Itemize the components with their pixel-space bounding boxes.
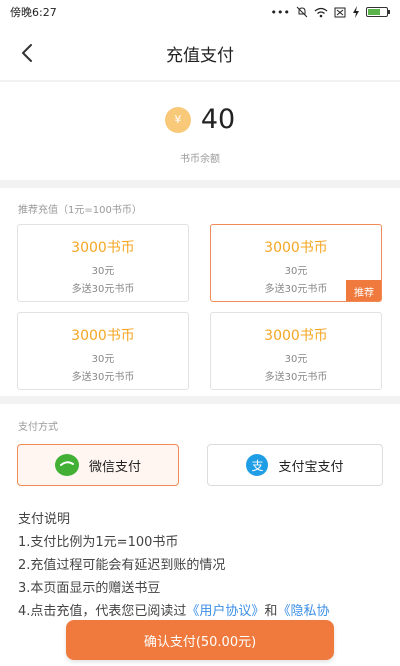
balance-section: ¥ 40 书币余额: [0, 82, 400, 180]
package-price: 30元: [284, 266, 308, 277]
package-coins: 3000书币: [71, 328, 135, 344]
coin-icon: ¥: [164, 106, 191, 133]
notes-title: 支付说明: [18, 512, 71, 527]
alipay-label: 支付宝支付: [278, 459, 344, 475]
more-icon: •••: [270, 5, 290, 19]
battery-icon: [366, 7, 390, 17]
alipay-button[interactable]: 支 支付宝支付: [207, 444, 383, 486]
package-bonus: 多送30元书币: [264, 372, 328, 383]
balance-value: 40: [200, 104, 236, 135]
package-coins: 3000书币: [71, 240, 135, 256]
wechat-icon: [54, 454, 79, 476]
package-bonus: 多送30元书币: [71, 372, 135, 383]
notes-line: 3.本页面显示的赠送书豆: [18, 581, 161, 596]
notes-line: 1.支付比例为1元=100书币: [18, 535, 179, 550]
recharge-package[interactable]: 3000书币 30元 多送30元书币: [17, 312, 189, 390]
wechat-pay-label: 微信支付: [88, 459, 141, 475]
wechat-pay-button[interactable]: 微信支付: [17, 444, 179, 486]
package-price: 30元: [284, 354, 308, 365]
back-button[interactable]: [12, 38, 42, 68]
divider: [0, 180, 400, 188]
package-coins: 3000书币: [264, 328, 328, 344]
recharge-section-label: 推荐充值（1元=100书币）: [18, 205, 142, 216]
privacy-policy-link[interactable]: 《隐私协: [277, 604, 329, 619]
package-bonus: 多送30元书币: [71, 284, 135, 295]
package-price: 30元: [91, 266, 115, 277]
sim-icon: [334, 7, 346, 17]
chevron-left-icon: [22, 44, 32, 62]
recharge-section: 推荐充值（1元=100书币） 3000书币 30元 多送30元书币 3000书币…: [0, 188, 400, 396]
status-time: 傍晚6:27: [10, 6, 57, 19]
mute-icon: [296, 6, 308, 18]
recharge-package-selected[interactable]: 3000书币 30元 多送30元书币 推荐: [210, 224, 382, 302]
balance-label: 书币余额: [180, 154, 220, 165]
payment-section-label: 支付方式: [18, 422, 58, 433]
divider: [0, 396, 400, 404]
status-icons: •••: [270, 5, 390, 19]
confirm-payment-button[interactable]: 确认支付(50.00元): [66, 620, 334, 660]
payment-notes: 支付说明 1.支付比例为1元=100书币 2.充值过程可能会有延迟到账的情况 3…: [18, 508, 388, 623]
charging-icon: [353, 6, 359, 18]
user-agreement-link[interactable]: 《用户协议》: [186, 604, 264, 619]
package-price: 30元: [91, 354, 115, 365]
confirm-area: 确认支付(50.00元): [66, 620, 334, 660]
status-bar: 傍晚6:27 •••: [0, 0, 400, 24]
alipay-icon: 支: [246, 454, 269, 476]
notes-line: 2.充值过程可能会有延迟到账的情况: [18, 558, 226, 573]
payment-section: 支付方式 微信支付 支 支付宝支付: [0, 404, 400, 494]
recharge-package[interactable]: 3000书币 30元 多送30元书币: [17, 224, 189, 302]
nav-bar: 充值支付: [0, 24, 400, 82]
page-title: 充值支付: [166, 45, 234, 66]
recharge-package[interactable]: 3000书币 30元 多送30元书币: [210, 312, 382, 390]
wifi-icon: [314, 7, 328, 17]
recommended-badge: 推荐: [346, 280, 381, 301]
package-coins: 3000书币: [264, 240, 328, 256]
